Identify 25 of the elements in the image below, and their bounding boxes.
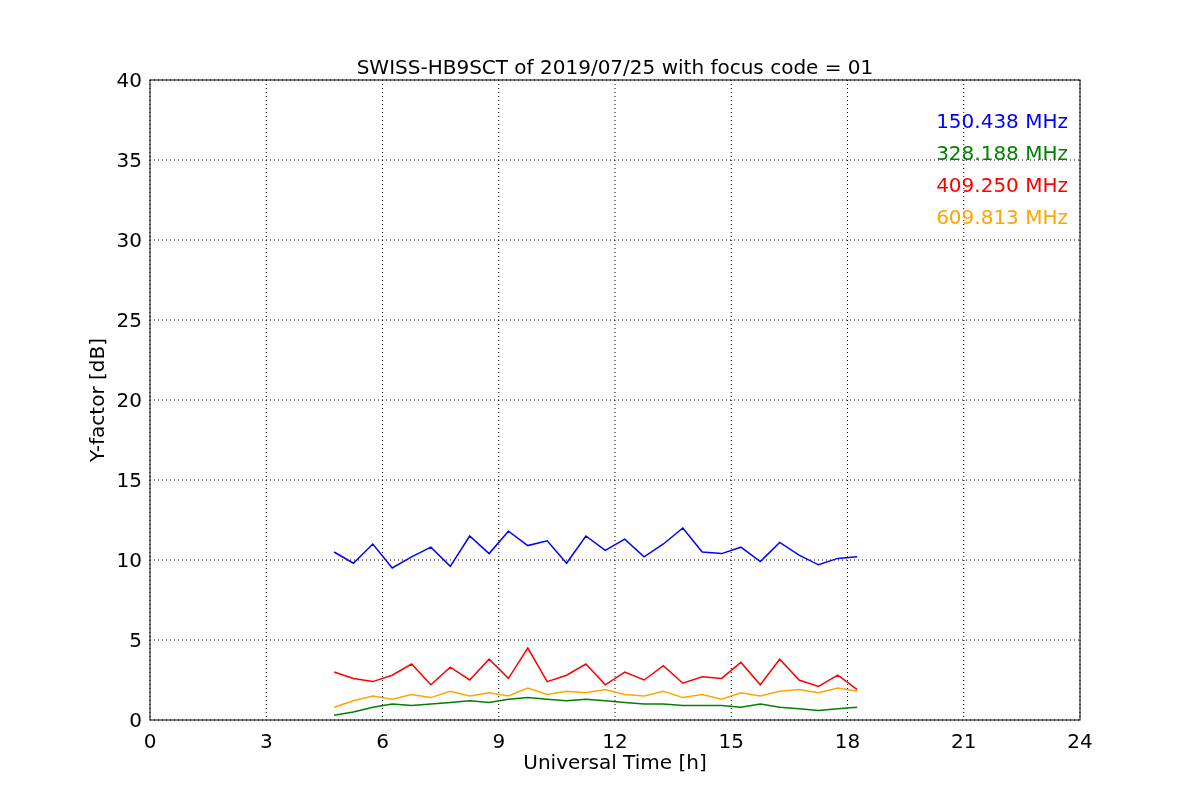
x-tick-label: 18 bbox=[834, 729, 861, 753]
x-tick-label: 0 bbox=[143, 729, 157, 753]
y-tick-label: 35 bbox=[116, 148, 142, 172]
legend-label: 150.438 MHz bbox=[936, 109, 1068, 133]
x-tick-label: 24 bbox=[1067, 729, 1093, 753]
y-tick-label: 0 bbox=[129, 708, 142, 732]
x-axis-title: Universal Time [h] bbox=[523, 750, 707, 774]
x-tick-label: 15 bbox=[718, 729, 744, 753]
x-tick-label: 9 bbox=[492, 729, 506, 753]
x-tick-label: 21 bbox=[951, 729, 977, 753]
x-tick-label: 3 bbox=[259, 729, 273, 753]
y-tick-label: 20 bbox=[116, 388, 142, 412]
legend-label: 609.813 MHz bbox=[936, 205, 1068, 229]
y-tick-label: 5 bbox=[129, 628, 142, 652]
legend-label: 328.188 MHz bbox=[936, 141, 1068, 165]
x-tick-label: 6 bbox=[376, 729, 389, 753]
y-tick-label: 40 bbox=[116, 68, 142, 92]
chart-title: SWISS-HB9SCT of 2019/07/25 with focus code = 01 bbox=[356, 55, 874, 79]
legend-label: 409.250 MHz bbox=[936, 173, 1068, 197]
y-tick-label: 10 bbox=[116, 548, 142, 572]
y-tick-label: 25 bbox=[116, 308, 142, 332]
y-tick-label: 30 bbox=[116, 228, 142, 252]
y-tick-label: 15 bbox=[116, 468, 142, 492]
y-axis-title: Y-factor [dB] bbox=[85, 338, 109, 462]
x-tick-label: 12 bbox=[602, 729, 628, 753]
